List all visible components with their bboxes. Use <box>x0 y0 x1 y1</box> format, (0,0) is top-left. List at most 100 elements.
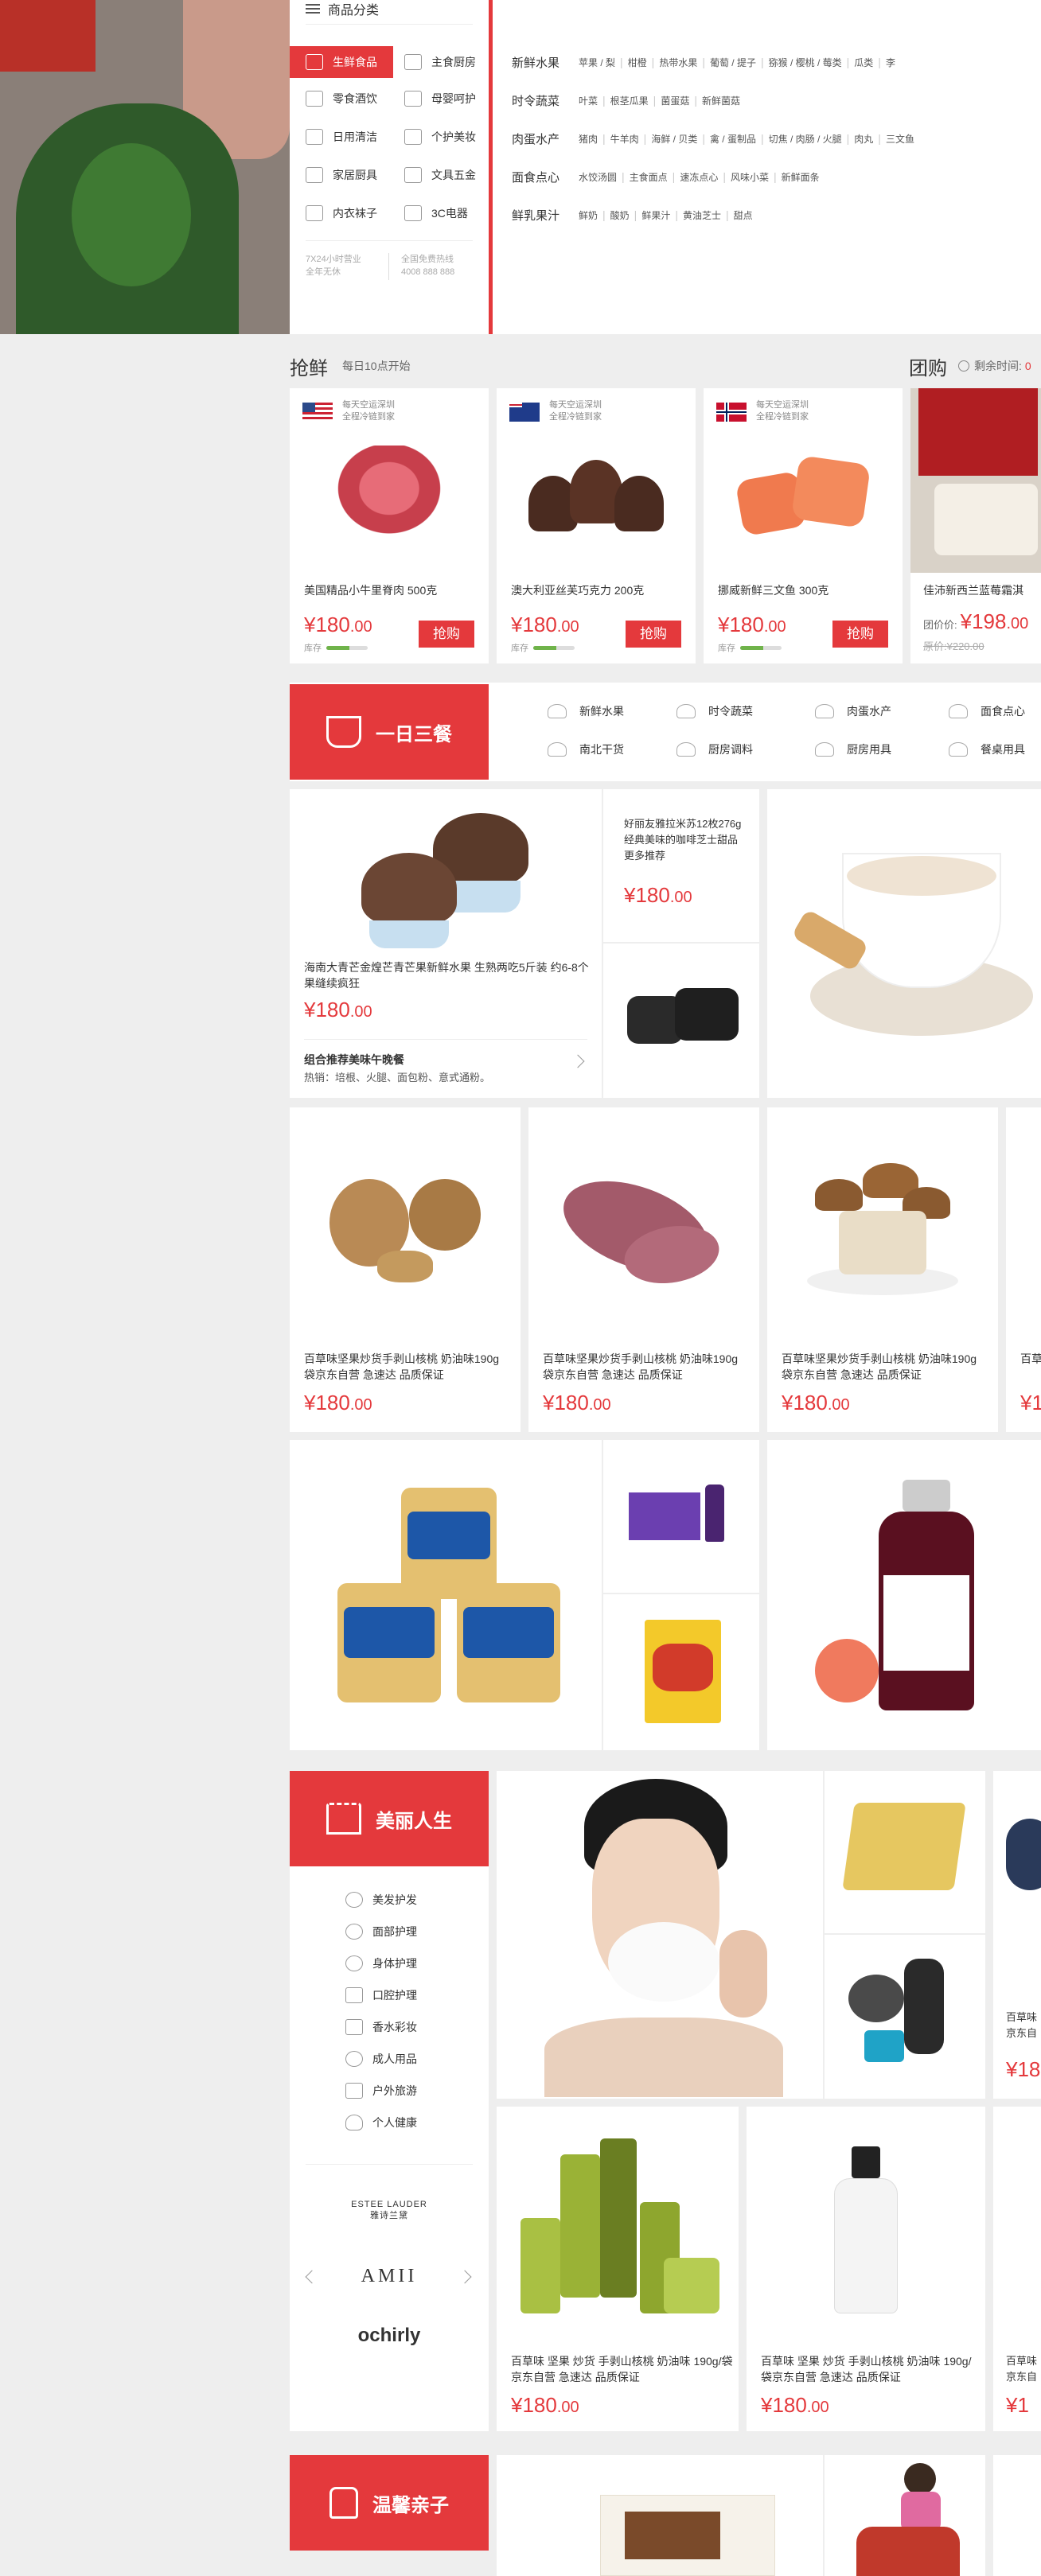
beauty-subcat[interactable]: 个人健康 <box>345 2107 417 2138</box>
category-link[interactable]: 肉丸 <box>854 132 873 146</box>
shaver-card[interactable] <box>825 1935 985 2099</box>
product-card[interactable]: 百草味 京东自 ¥1 <box>993 2107 1041 2431</box>
category-link[interactable]: 菌蛋菇 <box>661 94 689 107</box>
beauty-subcat[interactable]: 身体护理 <box>345 1948 417 1979</box>
side-item-baby[interactable]: 母婴呵护 <box>404 83 476 115</box>
meals-subcat[interactable]: 厨房用具 <box>815 741 891 757</box>
category-row-head[interactable]: 时令蔬菜 <box>512 92 579 109</box>
product-name[interactable]: 挪威新鲜三文鱼 300克 <box>718 582 829 598</box>
family-product-card[interactable] <box>497 2455 823 2576</box>
side-product-image-card[interactable] <box>603 944 759 1098</box>
meals-section-tag[interactable]: 一日三餐 <box>290 684 489 780</box>
beauty-hero-card[interactable] <box>497 1771 823 2099</box>
beauty-subcat[interactable]: 面部护理 <box>345 1916 417 1948</box>
category-link[interactable]: 新鲜面条 <box>782 170 820 184</box>
coffee-cup-image[interactable] <box>791 837 1033 1044</box>
meals-subcat[interactable]: 南北干货 <box>548 741 624 757</box>
walnut-image[interactable] <box>329 1171 489 1290</box>
brand-ochirly[interactable]: ochirly <box>337 2325 441 2347</box>
side-item-cosmetics[interactable]: 个护美妆 <box>404 121 476 153</box>
category-row-head[interactable]: 新鲜水果 <box>512 54 579 71</box>
product-name[interactable]: 百草味坚果炒货手剥山核桃 奶油味190g 袋京东自营 急速达 品质保证 <box>304 1351 511 1383</box>
ms-skincare-set-image[interactable] <box>520 2138 719 2321</box>
category-link[interactable]: 李 <box>886 56 895 69</box>
beauty-subcat[interactable]: 成人用品 <box>345 2043 417 2075</box>
ferrero-image[interactable] <box>842 1803 966 1890</box>
category-link[interactable]: 海鲜 / 贝类 <box>651 132 697 146</box>
side-product-card[interactable]: 好丽友雅拉米苏12枚276g经典美味的咖啡芝士甜品更多推荐 ¥180.00 <box>603 789 759 942</box>
category-link[interactable]: 猕猴 / 樱桃 / 莓类 <box>769 56 842 69</box>
shaving-man-image[interactable] <box>544 1779 783 2097</box>
side-product-name[interactable]: 好丽友雅拉米苏12枚276g经典美味的咖啡芝士甜品更多推荐 <box>624 816 743 864</box>
side-item-snacks[interactable]: 零食酒饮 <box>306 83 377 115</box>
salmon-image[interactable] <box>731 444 875 547</box>
chocolate-gift-box-image[interactable] <box>600 2495 775 2576</box>
side-item-underwear[interactable]: 内衣袜子 <box>306 197 377 229</box>
beauty-subcat[interactable]: 户外旅游 <box>345 2075 417 2107</box>
meals-subcat[interactable]: 餐桌用具 <box>949 741 1025 757</box>
product-name[interactable]: 百草味 京东自 <box>1006 2010 1038 2041</box>
group-buy-item-name[interactable]: 佳沛新西兰蓝莓霜淇 <box>923 582 1023 598</box>
category-link[interactable]: 三文鱼 <box>886 132 914 146</box>
category-link[interactable]: 柑橙 <box>628 56 647 69</box>
product-card[interactable]: 百草味 坚果 炒货 手剥山核桃 奶油味 190g/袋京东自营 急速达 品质保证 … <box>747 2107 985 2431</box>
category-link[interactable]: 新鲜菌菇 <box>702 94 740 107</box>
product-name[interactable]: 百草 <box>1020 1351 1041 1367</box>
category-link[interactable]: 速冻点心 <box>680 170 718 184</box>
cupcake-image[interactable] <box>337 805 552 948</box>
flash-card[interactable]: 每天空运深圳 全程冷链到家 挪威新鲜三文鱼 300克 ¥180.00 库存 抢购 <box>704 388 903 663</box>
cereal-box-image[interactable] <box>645 1620 721 1723</box>
category-link[interactable]: 牛羊肉 <box>610 132 639 146</box>
chocolate-image[interactable] <box>528 452 664 539</box>
category-link[interactable]: 黄油芝士 <box>683 208 721 222</box>
group-buy-card[interactable]: 佳沛新西兰蓝莓霜淇 团价价: ¥198.00 原价:¥220.00 <box>910 388 1041 663</box>
side-item-staple[interactable]: 主食厨房 <box>404 46 476 78</box>
brand-amii[interactable]: AMII <box>345 2266 433 2287</box>
beauty-subcat[interactable]: 香水彩妆 <box>345 2011 417 2043</box>
category-row-head[interactable]: 面食点心 <box>512 169 579 185</box>
flash-card[interactable]: 每天空运深圳 全程冷链到家 美国精品小牛里脊肉 500克 ¥180.00 库存 抢… <box>290 388 489 663</box>
mushroom-image[interactable] <box>799 1163 966 1298</box>
side-item-electronics[interactable]: 3C电器 <box>404 197 468 229</box>
combo-title[interactable]: 组合推荐美味午晚餐 <box>304 1052 404 1068</box>
product-card[interactable]: 百草味坚果炒货手剥山核桃 奶油味190g 袋京东自营 急速达 品质保证 ¥180… <box>767 1107 998 1432</box>
product-name[interactable]: 百草味 京东自 <box>1006 2353 1038 2385</box>
product-card[interactable]: 百草味坚果炒货手剥山核桃 奶油味190g 袋京东自营 急速达 品质保证 ¥180… <box>528 1107 759 1432</box>
product-image[interactable] <box>1006 1819 1041 1890</box>
category-link[interactable]: 鲜果汁 <box>641 208 670 222</box>
category-link[interactable]: 水饺汤圆 <box>579 170 617 184</box>
product-name[interactable]: 百草味 坚果 炒货 手剥山核桃 奶油味 190g/袋京东自营 急速达 品质保证 <box>511 2353 734 2385</box>
product-name[interactable]: 美国精品小牛里脊肉 500克 <box>304 582 437 598</box>
side-item-fresh[interactable]: 生鲜食品 <box>290 46 393 78</box>
side-item-stationery[interactable]: 文具五金 <box>404 159 476 191</box>
meals-subcat[interactable]: 厨房调料 <box>676 741 753 757</box>
cereal-card[interactable] <box>603 1594 759 1750</box>
feature-product-name[interactable]: 海南大青芒金煌芒青芒果新鲜水果 生熟两吃5斤装 约6-8个果缝续疯狂 <box>304 959 598 991</box>
family-product-card[interactable] <box>825 2455 985 2576</box>
chocolate-box-card[interactable] <box>825 1771 985 1933</box>
category-row-head[interactable]: 鲜乳果汁 <box>512 207 579 224</box>
milk-powder-card[interactable] <box>290 1440 602 1750</box>
category-link[interactable]: 瓜类 <box>854 56 873 69</box>
side-item-kitchen[interactable]: 家居厨具 <box>306 159 377 191</box>
meals-subcat[interactable]: 时令蔬菜 <box>676 703 753 719</box>
meals-subcat[interactable]: 面食点心 <box>949 703 1025 719</box>
beauty-section-tag[interactable]: 美丽人生 <box>290 1771 489 1866</box>
menu-icon[interactable] <box>306 4 320 14</box>
swisse-bottle-image[interactable] <box>815 1480 1006 1718</box>
meals-subcat[interactable]: 新鲜水果 <box>548 703 624 719</box>
kid-rocking-horse-image[interactable] <box>856 2463 968 2576</box>
product-name[interactable]: 澳大利亚丝芙巧克力 200克 <box>511 582 644 598</box>
category-link[interactable]: 苹果 / 梨 <box>579 56 615 69</box>
product-name[interactable]: 百草味 坚果 炒货 手剥山核桃 奶油味 190g/袋京东自营 急速达 品质保证 <box>761 2353 981 2385</box>
beauty-subcat[interactable]: 美发护发 <box>345 1884 417 1916</box>
supplement-card[interactable] <box>603 1440 759 1593</box>
shaver-image[interactable] <box>848 1959 960 2070</box>
milk-powder-image[interactable] <box>337 1480 560 1710</box>
family-section-tag[interactable]: 温馨亲子 <box>290 2455 489 2551</box>
category-link[interactable]: 风味小菜 <box>731 170 769 184</box>
category-row-head[interactable]: 肉蛋水产 <box>512 130 579 147</box>
buy-button[interactable]: 抢购 <box>626 621 681 648</box>
family-product-card[interactable] <box>993 2455 1041 2576</box>
category-link[interactable]: 根茎瓜果 <box>610 94 649 107</box>
